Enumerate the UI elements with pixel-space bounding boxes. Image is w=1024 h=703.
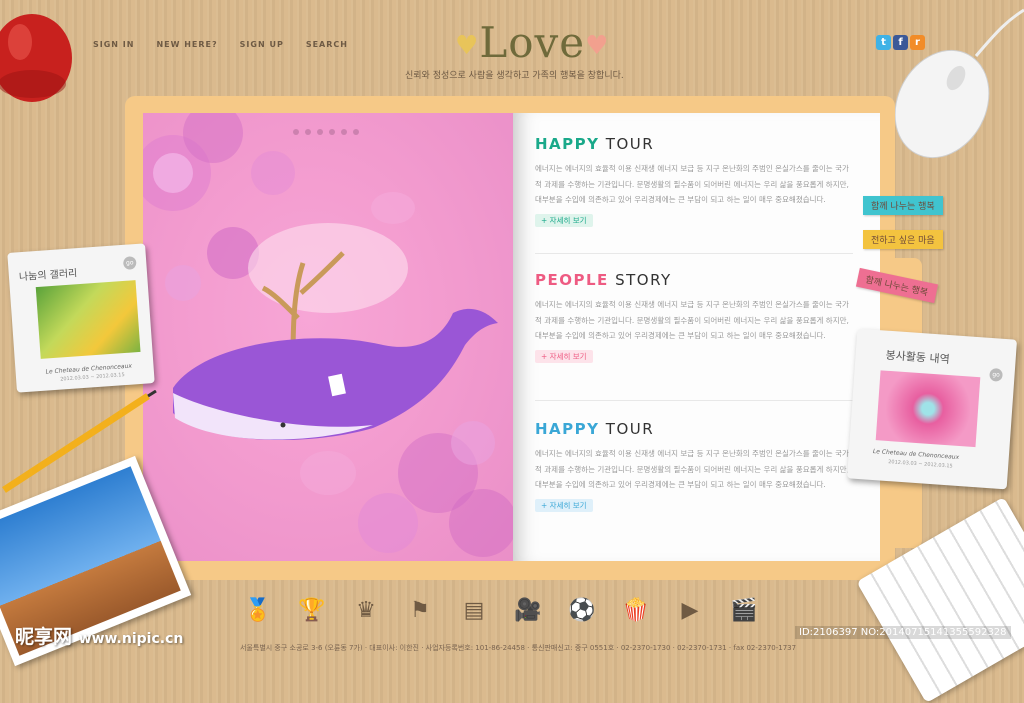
section-title: PEOPLE STORY <box>535 271 855 289</box>
heart-icon: ♥ <box>455 31 480 61</box>
section-title: HAPPY TOUR <box>535 420 855 438</box>
section-body: 에너지는 에너지의 효율적 이용 신재생 에너지 보급 등 지구 온난화의 주범… <box>535 300 849 340</box>
title-accent: HAPPY <box>535 420 600 438</box>
gallery-caption: Le Cheteau de Chenonceaux <box>872 447 960 462</box>
more-button[interactable]: + 자세히 보기 <box>535 213 593 227</box>
gallery-title: 봉사활동 내역 <box>885 348 951 367</box>
camera-icon[interactable]: 🎥 <box>513 596 543 624</box>
watermark-url: www.nipic.cn <box>78 631 184 647</box>
flag-icon[interactable]: ⚑ <box>405 596 435 624</box>
illustration-page <box>143 113 513 561</box>
title-rest: STORY <box>615 271 672 289</box>
divider <box>535 253 853 254</box>
title-rest: TOUR <box>605 135 655 153</box>
title-accent: PEOPLE <box>535 271 609 289</box>
section-body: 에너지는 에너지의 효율적 이용 신재생 에너지 보급 등 지구 온난화의 주범… <box>535 449 849 489</box>
logo[interactable]: ♥Love♥ <box>455 18 609 67</box>
nav-search[interactable]: SEARCH <box>306 40 348 49</box>
watermark-brand: 昵享网 <box>15 626 73 648</box>
whale-illustration <box>143 113 513 557</box>
clapper-icon[interactable]: 🎬 <box>729 596 759 624</box>
ball-icon[interactable]: ⚽ <box>567 596 597 624</box>
mouse-illustration <box>894 8 1024 159</box>
more-button[interactable]: + 자세히 보기 <box>535 498 593 512</box>
logo-text: Love <box>479 18 586 67</box>
gallery-thumbnail <box>875 370 981 448</box>
title-rest: TOUR <box>605 420 655 438</box>
video-icon[interactable]: ▶ <box>675 596 705 624</box>
section-happy-tour-2: HAPPY TOUR 에너지는 에너지의 효율적 이용 신재생 에너지 보급 등… <box>535 420 855 512</box>
bottom-icon-bar: 🏅 🏆 ♛ ⚑ ▤ 🎥 ⚽ 🍿 ▶ 🎬 <box>243 596 759 624</box>
image-id: ID:2106397 NO:20140715141355592328 <box>795 626 1011 639</box>
trophy-icon[interactable]: 🏆 <box>297 596 327 624</box>
title-accent: HAPPY <box>535 135 600 153</box>
slide-dot[interactable] <box>305 129 311 135</box>
gallery-card-left[interactable]: 나눔의 갤러리 go Le Cheteau de Chenonceaux 201… <box>7 243 155 393</box>
top-nav: SIGN IN NEW HERE? SIGN UP SEARCH <box>93 40 348 49</box>
gallery-thumbnail <box>35 280 141 359</box>
nav-new-here[interactable]: NEW HERE? <box>156 40 217 49</box>
section-title: HAPPY TOUR <box>535 135 855 153</box>
divider <box>535 400 853 401</box>
slide-dot[interactable] <box>329 129 335 135</box>
slide-dots[interactable] <box>293 129 359 135</box>
more-button[interactable]: + 자세히 보기 <box>535 349 593 363</box>
slide-dot[interactable] <box>341 129 347 135</box>
slide-dot[interactable] <box>293 129 299 135</box>
popcorn-icon[interactable]: 🍿 <box>621 596 651 624</box>
gallery-date: 2012.03.03 ~ 2012.03.15 <box>887 459 953 470</box>
medal-icon[interactable]: 🏅 <box>243 596 273 624</box>
tagline: 신뢰와 정성으로 사람을 생각하고 가족의 행복을 창합니다. <box>405 71 624 81</box>
nav-sign-up[interactable]: SIGN UP <box>240 40 284 49</box>
section-body: 에너지는 에너지의 효율적 이용 신재생 에너지 보급 등 지구 온난화의 주범… <box>535 164 849 204</box>
heart-icon: ♥ <box>585 31 610 61</box>
watermark: 昵享网 www.nipic.cn <box>15 622 183 649</box>
crown-icon[interactable]: ♛ <box>351 596 381 624</box>
go-badge[interactable]: go <box>122 256 137 270</box>
slide-dot[interactable] <box>317 129 323 135</box>
section-happy-tour-1: HAPPY TOUR 에너지는 에너지의 효율적 이용 신재생 에너지 보급 등… <box>535 135 855 227</box>
slide-dot[interactable] <box>353 129 359 135</box>
sticky-note-1[interactable]: 함께 나누는 행복 <box>863 196 943 215</box>
sticky-note-2[interactable]: 전하고 싶은 마음 <box>863 230 943 249</box>
apple-illustration <box>0 14 72 102</box>
nav-sign-in[interactable]: SIGN IN <box>93 40 134 49</box>
go-badge[interactable]: go <box>989 367 1003 382</box>
certificate-icon[interactable]: ▤ <box>459 596 489 624</box>
gallery-title: 나눔의 갤러리 <box>18 268 78 284</box>
gallery-card-right[interactable]: 봉사활동 내역 go Le Cheteau de Chenonceaux 201… <box>846 328 1018 490</box>
section-people-story: PEOPLE STORY 에너지는 에너지의 효율적 이용 신재생 에너지 보급… <box>535 271 855 363</box>
